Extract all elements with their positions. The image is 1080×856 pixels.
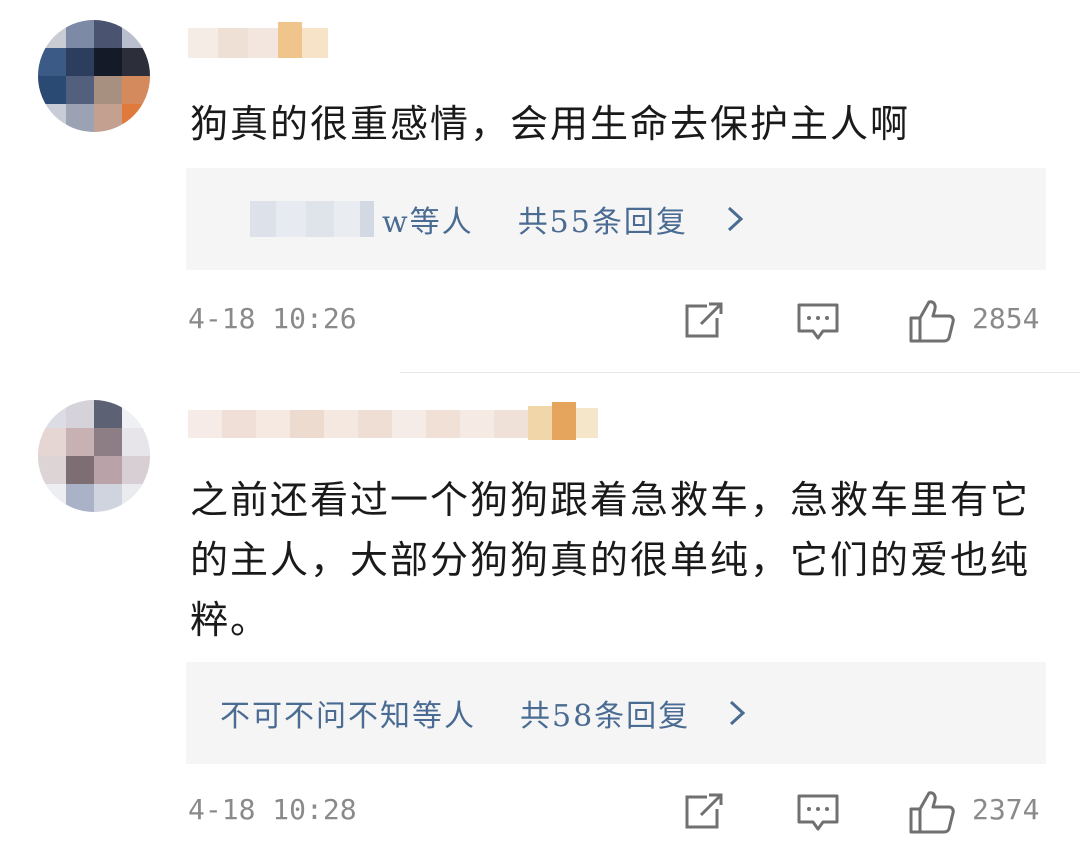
avatar[interactable] [38,400,150,512]
comment-meta: 4-18 10:28 2374 [188,789,1048,839]
timestamp: 4-18 10:28 [188,793,357,826]
comment-meta: 4-18 10:26 2854 [188,298,1048,348]
share-icon[interactable] [683,302,725,344]
comment-item: 狗真的很重感情，会用生命去保护主人啊 w等人 共55条回复 4-18 10:26 [0,0,1080,372]
username[interactable] [188,400,598,440]
replies-preview[interactable]: w等人 共55条回复 [186,168,1046,270]
thumbs-up-icon[interactable] [908,789,956,839]
like-count: 2374 [972,793,1040,826]
comment-item: 之前还看过一个狗狗跟着急救车，急救车里有它的主人，大部分狗狗真的很单纯，它们的爱… [0,372,1080,856]
avatar[interactable] [38,20,150,132]
comment-text: 之前还看过一个狗狗跟着急救车，急救车里有它的主人，大部分狗狗真的很单纯，它们的爱… [190,478,1031,642]
thumbs-up-icon[interactable] [908,298,956,348]
replier-list: 不可不问不知等人 [220,699,476,734]
chevron-right-icon [728,699,746,727]
share-icon[interactable] [683,793,725,835]
replier-names: 不可不问不知等人 [220,691,476,735]
like-count: 2854 [972,302,1040,335]
replier-names: w等人 [220,197,474,241]
comment-icon[interactable] [796,302,840,346]
replier-suffix: w等人 [382,205,474,240]
timestamp: 4-18 10:26 [188,302,357,335]
chevron-right-icon [726,205,744,233]
reply-count[interactable]: 共55条回复 [518,197,688,241]
divider [400,372,1080,373]
reply-count[interactable]: 共58条回复 [520,691,690,735]
comment-text: 狗真的很重感情，会用生命去保护主人啊 [190,102,911,146]
comment-icon[interactable] [796,793,840,837]
replies-preview[interactable]: 不可不问不知等人 共58条回复 [186,662,1046,764]
blurred-replier-name [220,199,380,239]
username[interactable] [188,20,328,60]
